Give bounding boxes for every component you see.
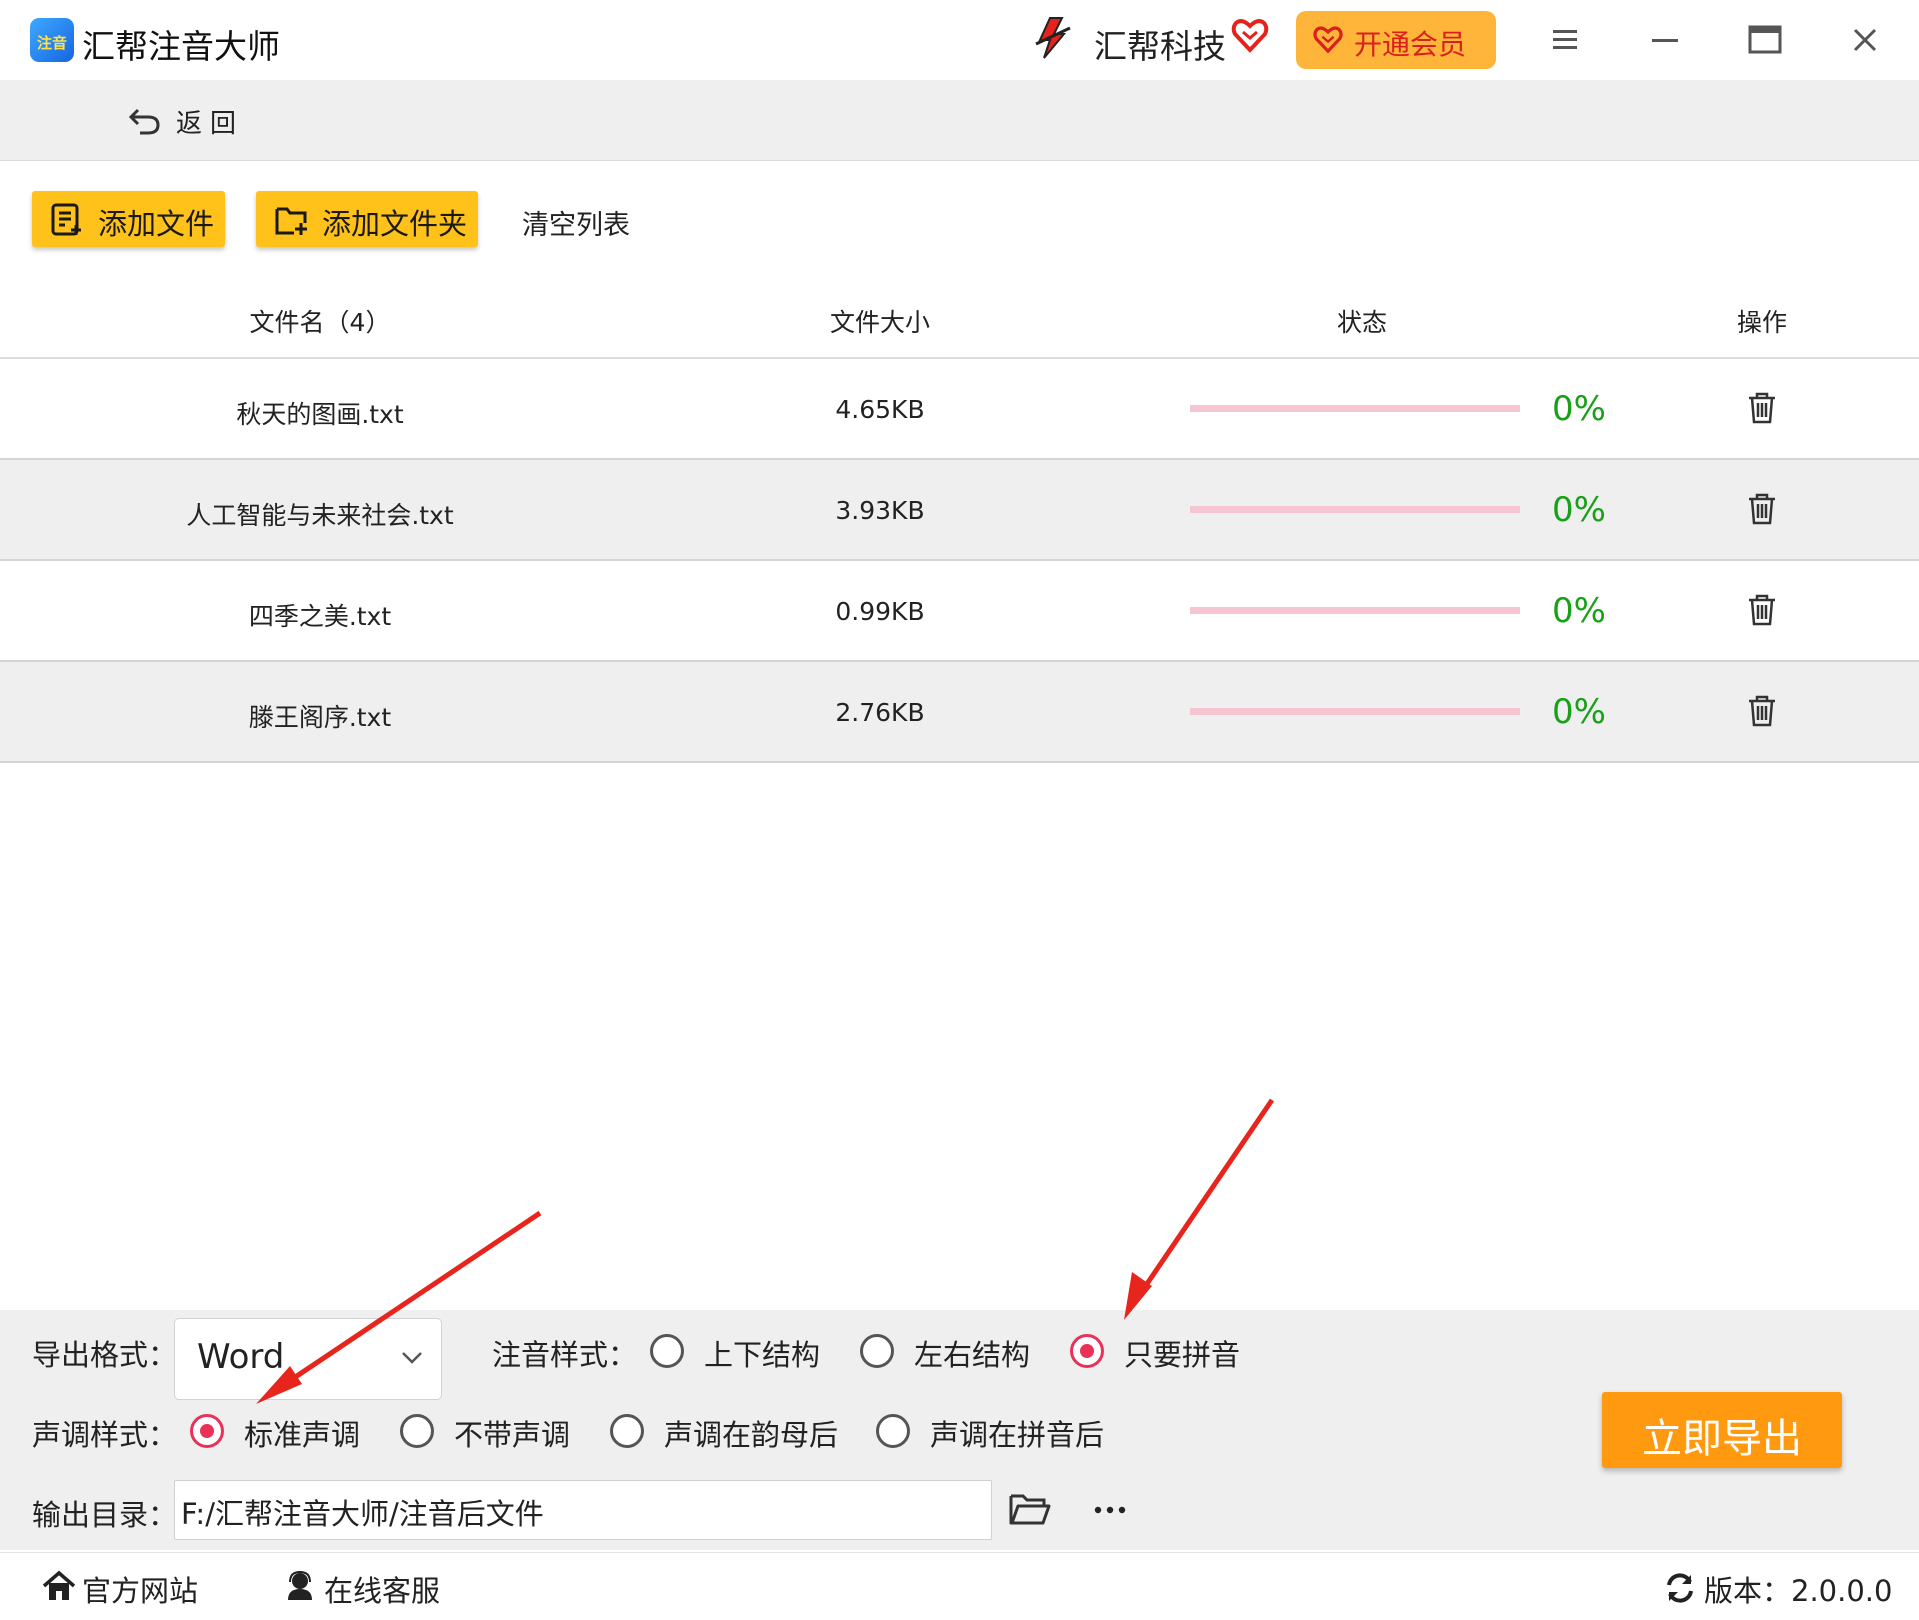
online-service-link[interactable]: 在线客服 [284, 1566, 454, 1608]
version-label: 版本：2.0.0.0 [1704, 1574, 1893, 1608]
progress-bar [1190, 607, 1520, 614]
output-dir-value: F:/汇帮注音大师/注音后文件 [181, 1497, 544, 1531]
progress-bar [1190, 708, 1520, 715]
home-icon [42, 1570, 76, 1600]
column-header-size: 文件大小 [829, 308, 930, 337]
maximize-icon[interactable] [1740, 18, 1790, 62]
app-title: 汇帮注音大师 [82, 27, 280, 66]
title-bar [0, 0, 1919, 80]
export-now-button[interactable]: 立即导出 [1602, 1392, 1842, 1468]
trash-icon[interactable] [1746, 492, 1778, 526]
file-name: 人工智能与未来社会.txt [186, 501, 454, 530]
vip-button[interactable]: 开通会员 [1296, 11, 1496, 69]
trash-icon[interactable] [1746, 694, 1778, 728]
progress-percent: 0% [1552, 490, 1606, 530]
add-file-label: 添加文件 [98, 207, 215, 241]
export-format-select[interactable]: Word [174, 1318, 442, 1400]
brand-logo-icon [1035, 17, 1071, 59]
radio-circle [190, 1414, 224, 1448]
radio-label: 左右结构 [914, 1338, 1031, 1372]
vip-heart-icon [1313, 26, 1343, 54]
radio-tone-style[interactable]: 声调在拼音后 [876, 1412, 1106, 1458]
add-folder-icon [275, 207, 307, 235]
progress-percent: 0% [1552, 591, 1606, 631]
add-folder-label: 添加文件夹 [322, 207, 468, 241]
chevron-down-icon [402, 1352, 422, 1364]
export-format-value: Word [197, 1337, 285, 1377]
add-file-icon [51, 203, 81, 236]
column-header-status: 状态 [1336, 308, 1387, 337]
file-size: 4.65KB [835, 395, 925, 424]
add-file-button[interactable]: 添加文件 [32, 191, 225, 247]
official-website-link[interactable]: 官方网站 [42, 1566, 202, 1608]
file-name: 秋天的图画.txt [236, 400, 404, 429]
radio-pinyin-style[interactable]: 上下结构 [650, 1332, 820, 1378]
brand-heart-icon [1231, 19, 1269, 53]
pinyin-style-label: 注音样式： [492, 1338, 638, 1372]
back-label: 返回 [176, 109, 245, 139]
radio-label: 声调在韵母后 [664, 1418, 839, 1452]
radio-circle [860, 1334, 894, 1368]
progress-bar [1190, 405, 1520, 412]
radio-label: 不带声调 [454, 1418, 571, 1452]
annotation-arrow [1124, 1098, 1275, 1320]
vip-label: 开通会员 [1354, 28, 1467, 61]
file-name: 四季之美.txt [248, 602, 392, 631]
version-info: 版本：2.0.0.0 [1664, 1566, 1894, 1608]
radio-label: 标准声调 [244, 1418, 361, 1452]
radio-pinyin-style[interactable]: 左右结构 [860, 1332, 1030, 1378]
export-format-label: 导出格式： [32, 1338, 178, 1372]
radio-tone-style[interactable]: 不带声调 [400, 1412, 570, 1458]
radio-circle [610, 1414, 644, 1448]
app-logo-icon: 注音 [30, 18, 74, 62]
output-dir-input[interactable]: F:/汇帮注音大师/注音后文件 [174, 1480, 992, 1540]
export-now-label: 立即导出 [1642, 1416, 1802, 1462]
trash-icon[interactable] [1746, 391, 1778, 425]
file-size: 3.93KB [835, 496, 925, 525]
file-name: 滕王阁序.txt [248, 703, 392, 732]
close-icon[interactable] [1840, 18, 1890, 62]
table-row: 四季之美.txt 0.99KB 0% [0, 561, 1919, 662]
table-row: 滕王阁序.txt 2.76KB 0% [0, 662, 1919, 763]
progress-percent: 0% [1552, 692, 1606, 732]
file-size: 2.76KB [835, 698, 925, 727]
table-row: 人工智能与未来社会.txt 3.93KB 0% [0, 460, 1919, 561]
more-icon[interactable] [1090, 1494, 1130, 1524]
radio-pinyin-style[interactable]: 只要拼音 [1070, 1332, 1240, 1378]
menu-icon[interactable] [1540, 18, 1590, 62]
official-website-label: 官方网站 [82, 1574, 199, 1608]
back-arrow-icon [128, 108, 160, 135]
brand-name: 汇帮科技 [1094, 27, 1226, 66]
radio-circle [876, 1414, 910, 1448]
radio-circle [400, 1414, 434, 1448]
column-header-action: 操作 [1736, 308, 1787, 337]
radio-label: 只要拼音 [1124, 1338, 1241, 1372]
file-size: 0.99KB [835, 597, 925, 626]
radio-circle [1070, 1334, 1104, 1368]
radio-tone-style[interactable]: 声调在韵母后 [610, 1412, 840, 1458]
nav-bar [0, 80, 1919, 161]
trash-icon[interactable] [1746, 593, 1778, 627]
progress-percent: 0% [1552, 389, 1606, 429]
column-header-name: 文件名（4） [249, 308, 391, 337]
progress-bar [1190, 506, 1520, 513]
minimize-icon[interactable] [1640, 18, 1690, 62]
tone-style-label: 声调样式： [32, 1418, 178, 1452]
online-service-label: 在线客服 [324, 1574, 441, 1608]
table-row: 秋天的图画.txt 4.65KB 0% [0, 359, 1919, 460]
radio-label: 声调在拼音后 [930, 1418, 1105, 1452]
output-dir-label: 输出目录： [32, 1498, 178, 1532]
radio-label: 上下结构 [704, 1338, 821, 1372]
radio-tone-style[interactable]: 标准声调 [190, 1412, 360, 1458]
radio-circle [650, 1334, 684, 1368]
clear-list-button[interactable]: 清空列表 [522, 203, 630, 242]
folder-open-icon[interactable] [1008, 1490, 1052, 1528]
refresh-icon [1667, 1573, 1693, 1603]
support-icon [288, 1570, 312, 1600]
add-folder-button[interactable]: 添加文件夹 [256, 191, 478, 247]
